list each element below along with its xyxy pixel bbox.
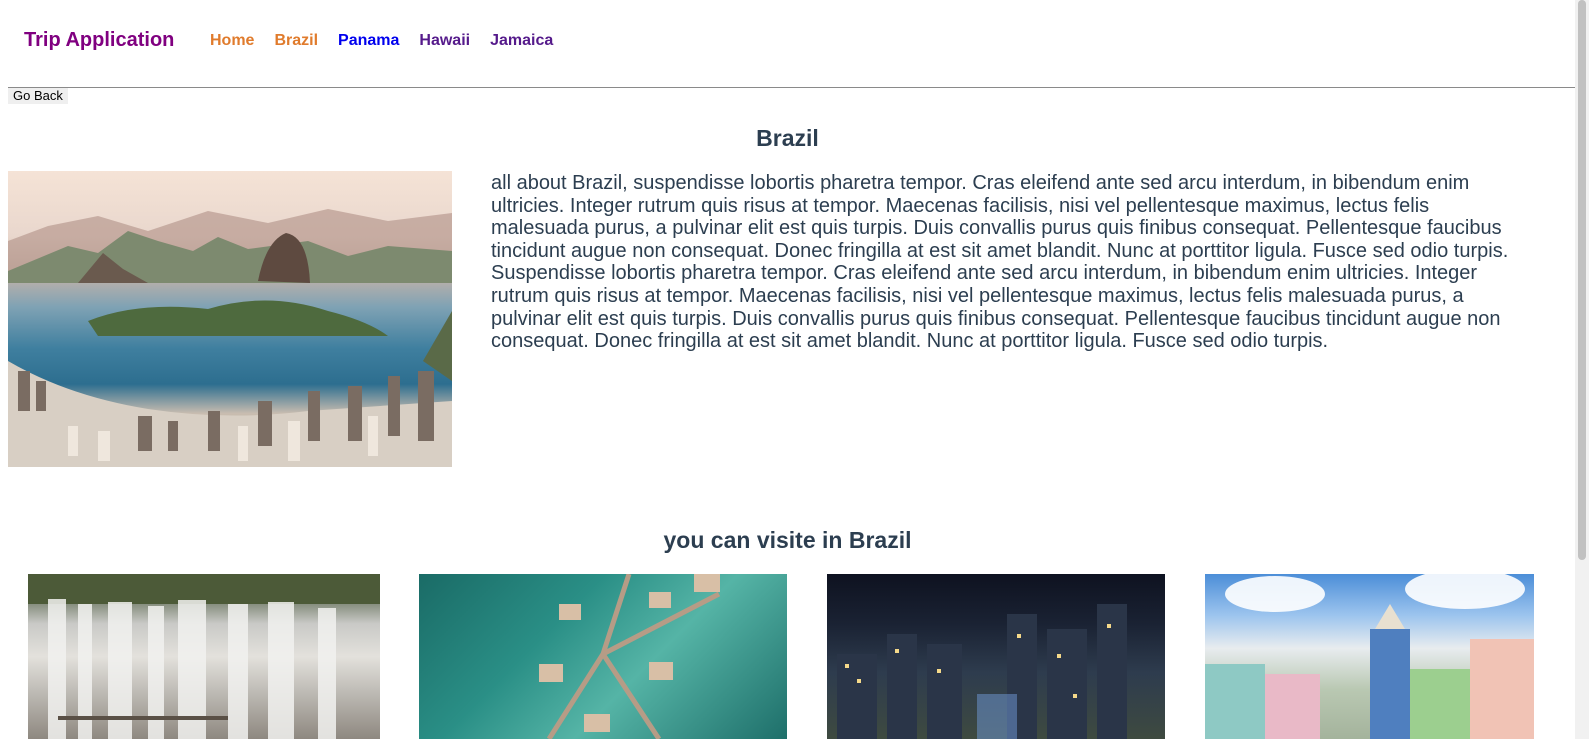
main-nav: Home Brazil Panama Hawaii Jamaica [210, 32, 573, 50]
nav-link-panama[interactable]: Panama [338, 32, 399, 50]
waterfall-illustration [28, 574, 380, 739]
nav-link-brazil[interactable]: Brazil [274, 32, 318, 50]
nav-link-hawaii[interactable]: Hawaii [419, 32, 470, 50]
colonial-town-image[interactable] [1205, 574, 1534, 739]
rio-landscape-illustration [8, 209, 452, 467]
brand-title[interactable]: Trip Application [24, 29, 174, 52]
brazil-hero-image [8, 171, 452, 467]
nav-link-jamaica[interactable]: Jamaica [490, 32, 553, 50]
page-title: Brazil [756, 125, 819, 151]
resort-illustration [539, 574, 721, 739]
waterfall-image[interactable] [28, 574, 380, 739]
page-scrollbar[interactable] [1575, 0, 1589, 739]
country-description: all about Brazil, suspendisse lobortis p… [491, 172, 1509, 353]
nav-link-home[interactable]: Home [210, 32, 254, 50]
scrollbar-thumb[interactable] [1578, 0, 1586, 560]
page: Trip Application Home Brazil Panama Hawa… [0, 0, 1589, 739]
overwater-resort-image[interactable] [419, 574, 787, 739]
go-back-button[interactable]: Go Back [8, 88, 68, 104]
city-night-image[interactable] [827, 574, 1165, 739]
top-navbar: Trip Application Home Brazil Panama Hawa… [8, 0, 1583, 88]
colonial-town-illustration [1205, 574, 1534, 739]
gallery-title: you can visite in Brazil [663, 527, 912, 553]
city-night-illustration [837, 604, 1127, 739]
